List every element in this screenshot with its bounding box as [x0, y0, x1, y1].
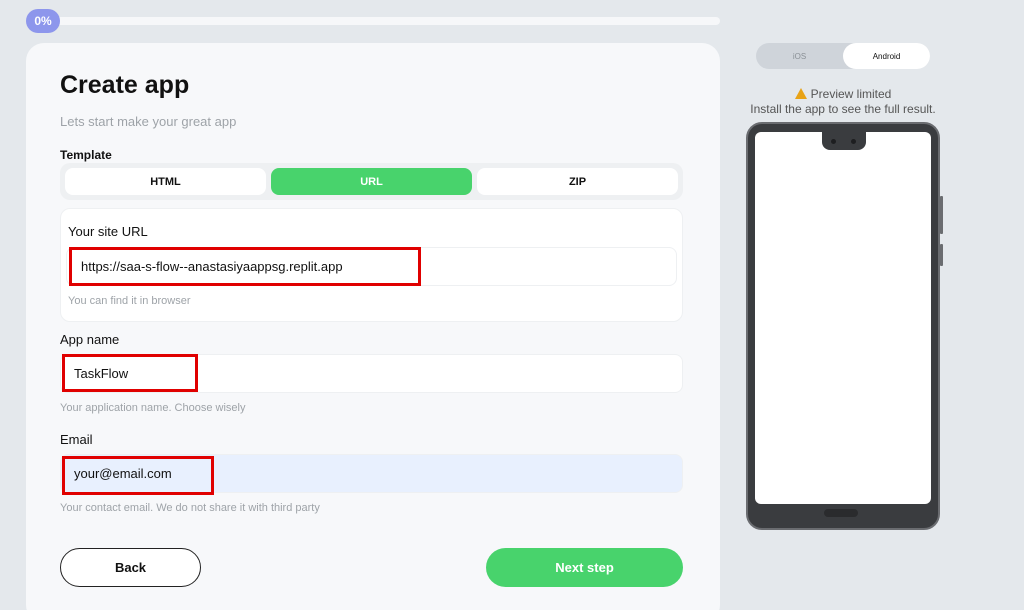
progress-badge: 0%	[26, 9, 60, 33]
template-label: Template	[60, 148, 112, 162]
page-title: Create app	[60, 71, 190, 99]
page-subtitle: Lets start make your great app	[60, 114, 237, 129]
template-selector: HTML URL ZIP	[60, 163, 683, 200]
os-option-android[interactable]: Android	[843, 43, 930, 69]
sensor-icon	[851, 139, 856, 144]
template-option-url[interactable]: URL	[271, 168, 472, 195]
camera-icon	[831, 139, 836, 144]
site-url-panel: Your site URL https://saa-s-flow--anasta…	[60, 208, 683, 322]
back-button[interactable]: Back	[60, 548, 201, 587]
preview-note: Preview limited Install the app to see t…	[732, 87, 954, 117]
warning-icon	[794, 88, 807, 99]
site-url-hint: You can find it in browser	[68, 295, 191, 307]
progress-track	[28, 17, 720, 25]
site-url-label: Your site URL	[68, 224, 148, 239]
create-app-card: Create app Lets start make your great ap…	[26, 43, 720, 610]
os-toggle: iOS Android	[756, 43, 930, 69]
phone-home-bar	[824, 509, 858, 517]
email-label: Email	[60, 432, 93, 447]
preview-limited-text: Preview limited	[810, 87, 892, 101]
app-name-input[interactable]: TaskFlow	[60, 354, 683, 393]
email-hint: Your contact email. We do not share it w…	[60, 502, 320, 514]
phone-screen	[755, 132, 931, 504]
os-option-ios[interactable]: iOS	[756, 43, 843, 69]
email-input[interactable]: your@email.com	[60, 454, 683, 493]
phone-preview	[746, 122, 943, 530]
preview-install-text: Install the app to see the full result.	[750, 102, 936, 116]
next-step-button[interactable]: Next step	[486, 548, 683, 587]
site-url-input[interactable]: https://saa-s-flow--anastasiyaappsg.repl…	[66, 247, 677, 286]
app-name-hint: Your application name. Choose wisely	[60, 402, 246, 414]
app-name-label: App name	[60, 332, 120, 347]
phone-volume-button	[940, 196, 943, 234]
template-option-zip[interactable]: ZIP	[477, 168, 678, 195]
template-option-html[interactable]: HTML	[65, 168, 266, 195]
phone-notch	[822, 130, 866, 150]
phone-power-button	[940, 244, 943, 266]
